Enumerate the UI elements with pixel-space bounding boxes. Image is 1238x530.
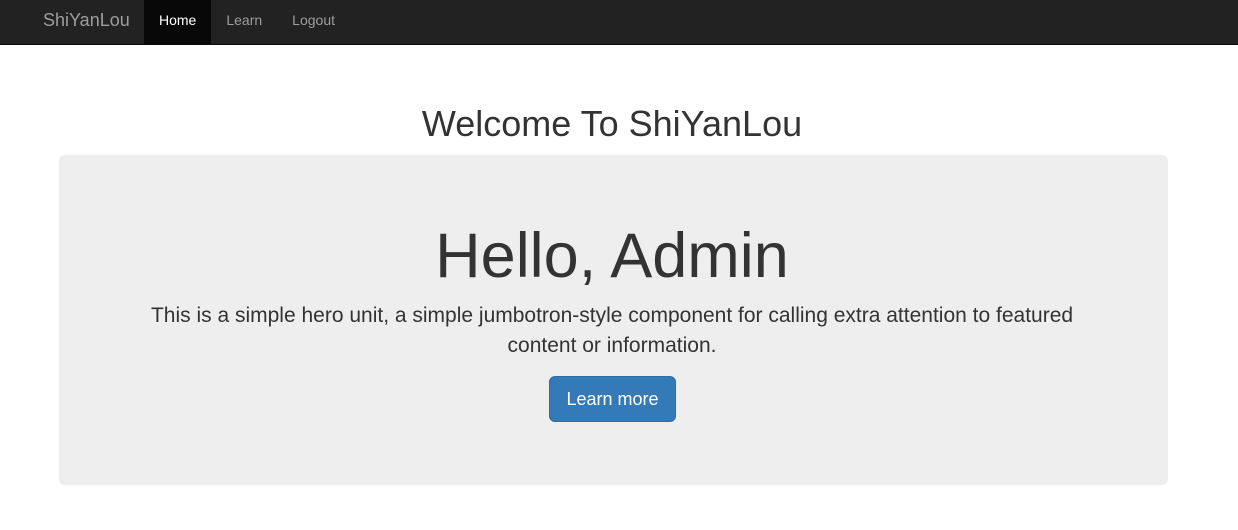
learn-more-button[interactable]: Learn more xyxy=(549,376,676,422)
brand-link[interactable]: ShiYanLou xyxy=(43,0,130,44)
hero-title: Hello, Admin xyxy=(435,221,789,291)
hero-text: This is a simple hero unit, a simple jum… xyxy=(150,304,1074,357)
nav-menu: Home Learn Logout xyxy=(144,0,350,44)
nav-item-learn[interactable]: Learn xyxy=(211,0,277,44)
top-navbar: ShiYanLou Home Learn Logout xyxy=(0,0,1238,45)
nav-item-logout[interactable]: Logout xyxy=(277,0,350,44)
page-title: Welcome To ShiYanLou xyxy=(421,103,803,144)
nav-item-home[interactable]: Home xyxy=(144,0,212,44)
